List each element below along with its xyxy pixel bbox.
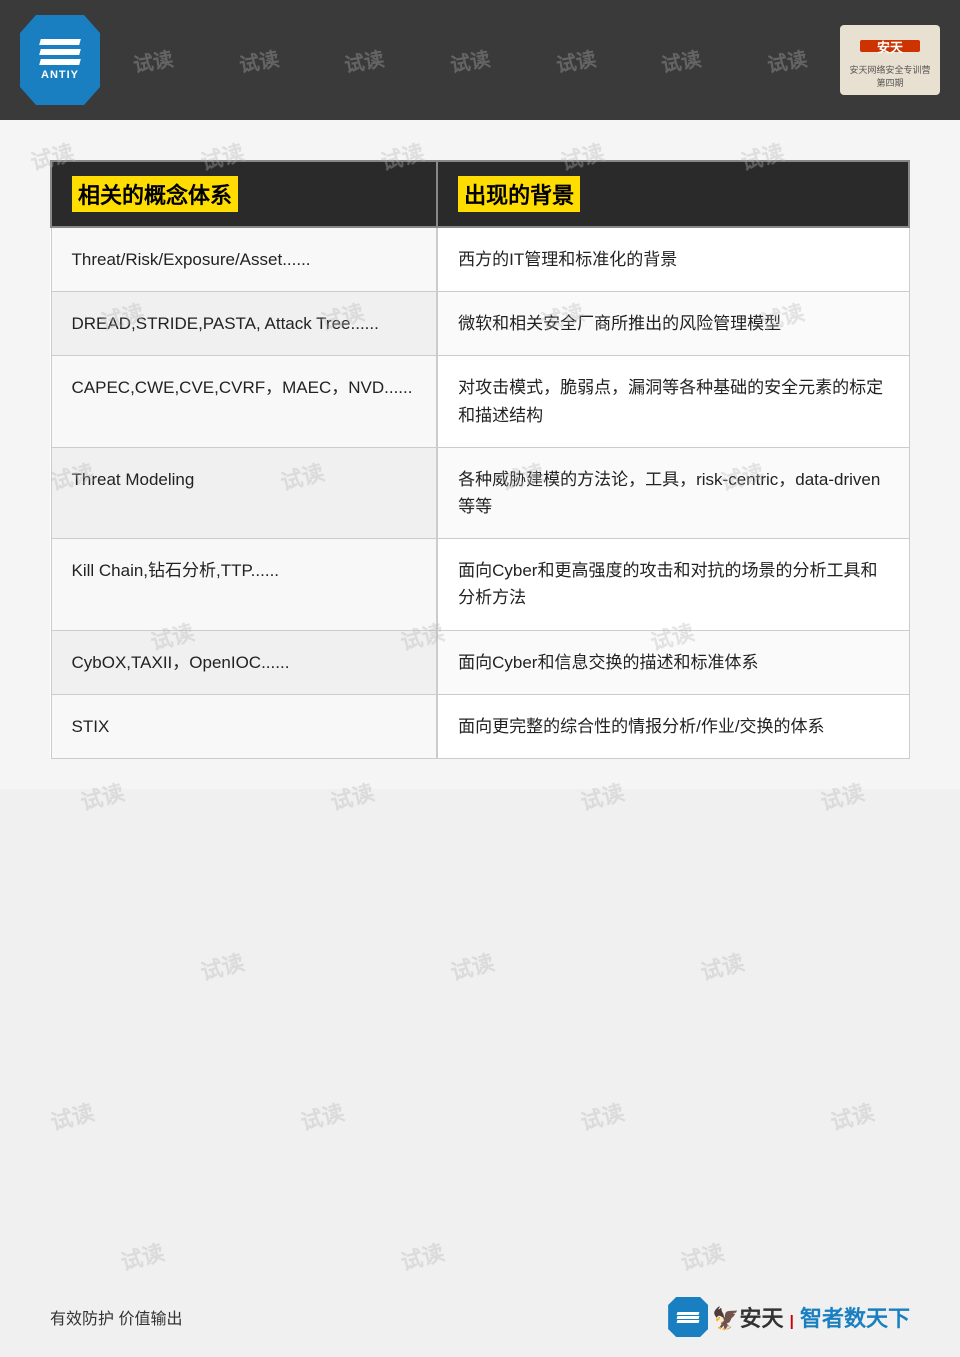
header-wm-1: 试读: [131, 42, 175, 78]
header-wm-6: 试读: [659, 42, 703, 78]
table-row: Threat Modeling各种威胁建模的方法论，工具，risk-centri…: [51, 447, 909, 538]
table-cell-left-3: Threat Modeling: [51, 447, 437, 538]
table-cell-right-6: 面向更完整的综合性的情报分析/作业/交换的体系: [437, 694, 909, 758]
col2-header-text: 出现的背景: [458, 176, 580, 212]
header-right: 安天 安天网络安全专训营第四期: [840, 25, 940, 95]
col1-header-text: 相关的概念体系: [72, 176, 238, 212]
footer-left-text: 有效防护 价值输出: [50, 1305, 182, 1329]
header-wm-2: 试读: [236, 42, 280, 78]
watermark-24: 试读: [297, 1095, 348, 1137]
table-cell-left-2: CAPEC,CWE,CVE,CVRF，MAEC，NVD......: [51, 356, 437, 447]
fi-stripe-2: [677, 1316, 700, 1319]
table-cell-right-1: 微软和相关安全厂商所推出的风险管理模型: [437, 292, 909, 356]
table-cell-left-6: STIX: [51, 694, 437, 758]
header-wm-4: 试读: [448, 42, 492, 78]
watermark-28: 试读: [397, 1235, 448, 1277]
watermark-29: 试读: [677, 1235, 728, 1277]
header: ANTIY 试读 试读 试读 试读 试读 试读 试读 安天 安天网络安全专训营第…: [0, 0, 960, 120]
logo-area: ANTIY: [20, 15, 100, 105]
table-row: Threat/Risk/Exposure/Asset......西方的IT管理和…: [51, 227, 909, 292]
footer-logo-icon: [668, 1297, 708, 1337]
logo-stripes: [40, 39, 80, 65]
table-cell-right-4: 面向Cyber和更高强度的攻击和对抗的场景的分析工具和分析方法: [437, 539, 909, 630]
logo-stripe-1: [39, 39, 81, 45]
table-cell-left-5: CybOX,TAXII，OpenIOC......: [51, 630, 437, 694]
footer-brand-sub: |: [790, 1313, 794, 1330]
footer-brand-main: 🦅安天: [712, 1306, 783, 1331]
table-cell-right-0: 西方的IT管理和标准化的背景: [437, 227, 909, 292]
fi-stripe-3: [677, 1320, 700, 1323]
watermark-25: 试读: [577, 1095, 628, 1137]
col1-header: 相关的概念体系: [51, 161, 437, 227]
table-cell-left-4: Kill Chain,钻石分析,TTP......: [51, 539, 437, 630]
footer-brand-text: 🦅安天 | 智者数天下: [712, 1301, 910, 1333]
table-header-row: 相关的概念体系 出现的背景: [51, 161, 909, 227]
table-cell-right-2: 对攻击模式，脆弱点，漏洞等各种基础的安全元素的标定和描述结构: [437, 356, 909, 447]
watermark-21: 试读: [447, 945, 498, 987]
logo-stripe-3: [39, 59, 81, 65]
footer-logo: 🦅安天 | 智者数天下: [668, 1297, 910, 1337]
table-cell-left-0: Threat/Risk/Exposure/Asset......: [51, 227, 437, 292]
header-wm-7: 试读: [765, 42, 809, 78]
main-content: 相关的概念体系 出现的背景 Threat/Risk/Exposure/Asset…: [0, 120, 960, 789]
header-wm-3: 试读: [342, 42, 386, 78]
logo-box: ANTIY: [20, 15, 100, 105]
footer: 有效防护 价值输出 🦅安天 | 智者数天下: [0, 1277, 960, 1357]
watermark-20: 试读: [197, 945, 248, 987]
table-row: STIX面向更完整的综合性的情报分析/作业/交换的体系: [51, 694, 909, 758]
table-row: CybOX,TAXII，OpenIOC......面向Cyber和信息交换的描述…: [51, 630, 909, 694]
watermark-22: 试读: [697, 945, 748, 987]
watermark-23: 试读: [47, 1095, 98, 1137]
table-cell-right-3: 各种威胁建模的方法论，工具，risk-centric，data-driven等等: [437, 447, 909, 538]
watermark-26: 试读: [827, 1095, 878, 1137]
fi-stripe-1: [677, 1312, 700, 1315]
logo-text: ANTIY: [41, 69, 79, 81]
table-row: Kill Chain,钻石分析,TTP......面向Cyber和更高强度的攻击…: [51, 539, 909, 630]
table-row: DREAD,STRIDE,PASTA, Attack Tree......微软和…: [51, 292, 909, 356]
header-wm-5: 试读: [553, 42, 597, 78]
table-cell-left-1: DREAD,STRIDE,PASTA, Attack Tree......: [51, 292, 437, 356]
header-brand-name: 安天: [860, 32, 920, 63]
watermark-27: 试读: [117, 1235, 168, 1277]
col2-header: 出现的背景: [437, 161, 909, 227]
footer-brand-highlight: 智者数天下: [800, 1306, 910, 1331]
svg-text:安天: 安天: [877, 40, 904, 55]
header-watermarks: 试读 试读 试读 试读 试读 试读 试读: [100, 46, 840, 75]
logo-inner: ANTIY: [30, 25, 90, 95]
table-row: CAPEC,CWE,CVE,CVRF，MAEC，NVD......对攻击模式，脆…: [51, 356, 909, 447]
header-logo-right: 安天 安天网络安全专训营第四期: [840, 25, 940, 95]
footer-right: 🦅安天 | 智者数天下: [668, 1297, 910, 1337]
content-table: 相关的概念体系 出现的背景 Threat/Risk/Exposure/Asset…: [50, 160, 910, 759]
table-body: Threat/Risk/Exposure/Asset......西方的IT管理和…: [51, 227, 909, 758]
logo-stripe-2: [39, 49, 81, 55]
table-cell-right-5: 面向Cyber和信息交换的描述和标准体系: [437, 630, 909, 694]
header-brand-sub: 安天网络安全专训营第四期: [846, 63, 934, 89]
